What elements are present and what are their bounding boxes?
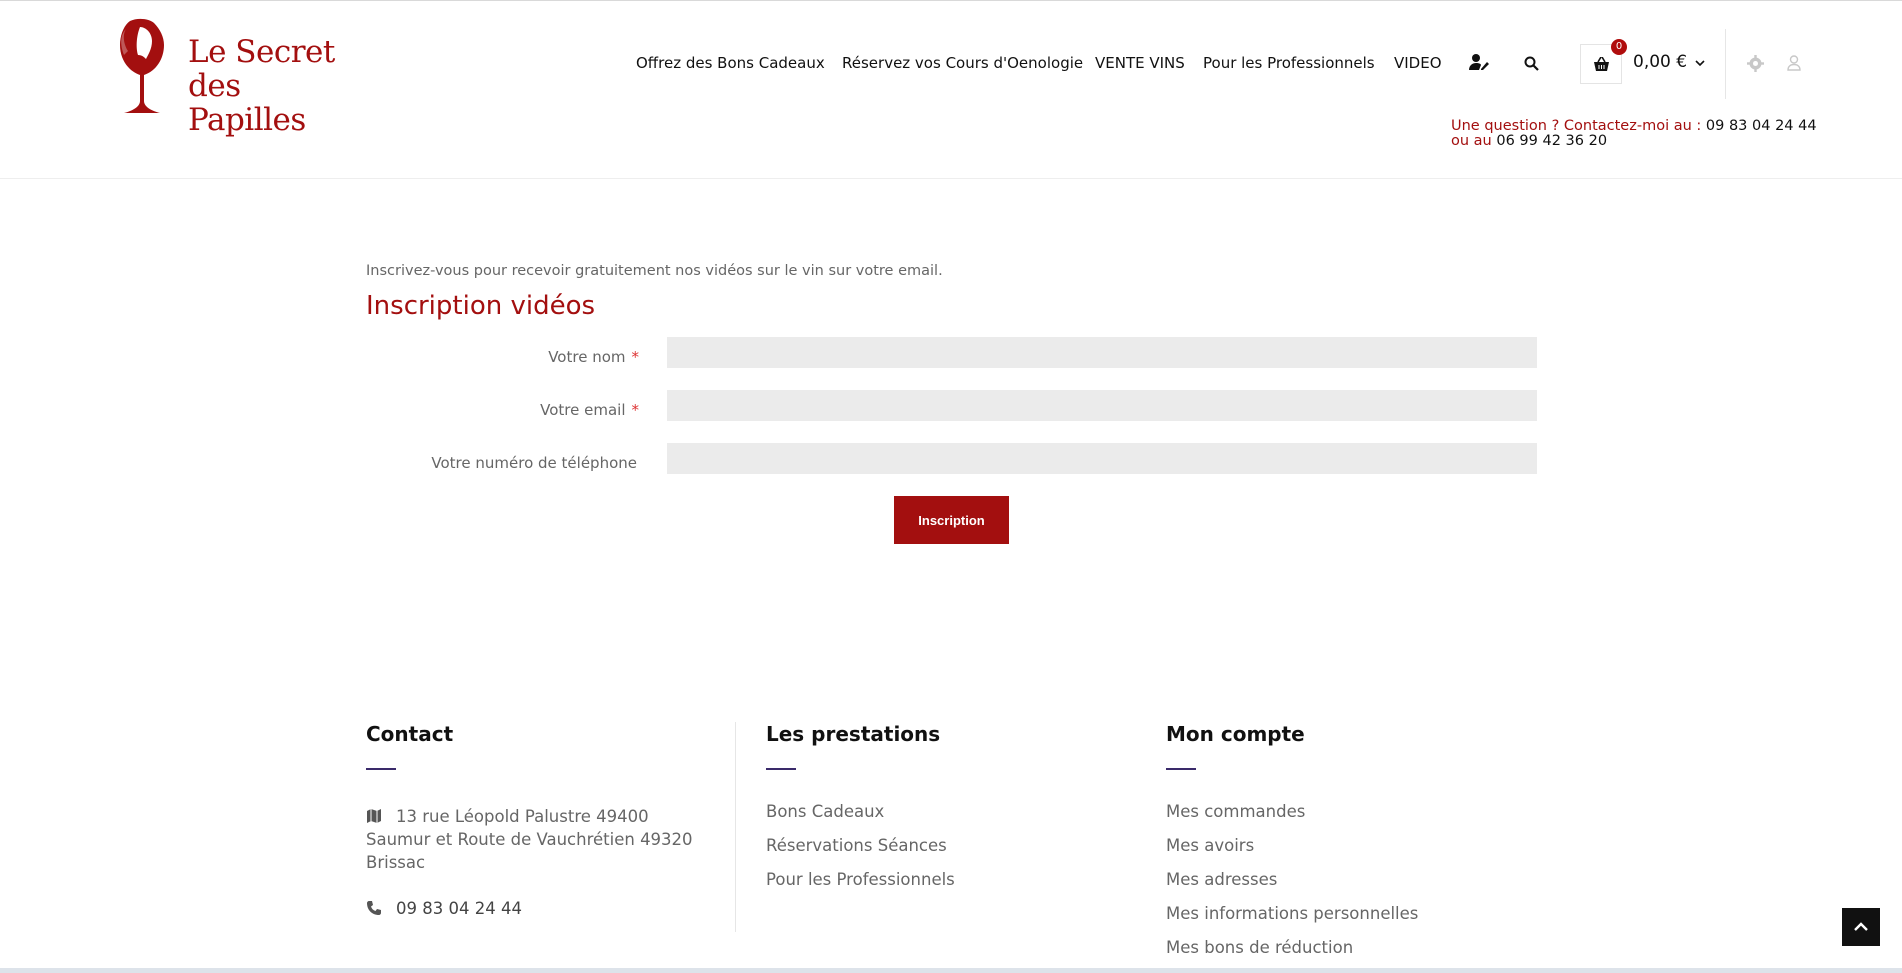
nav-item-bons-cadeaux[interactable]: Offrez des Bons Cadeaux bbox=[636, 54, 825, 72]
footer-link-avoirs[interactable]: Mes avoirs bbox=[1166, 836, 1254, 855]
search-icon[interactable] bbox=[1524, 56, 1539, 75]
footer-column-divider bbox=[735, 722, 736, 932]
scroll-to-top-button[interactable] bbox=[1842, 908, 1880, 946]
map-icon bbox=[367, 809, 381, 823]
name-field-label: Votre nom * bbox=[548, 348, 639, 366]
footer-link-reservations[interactable]: Réservations Séances bbox=[766, 836, 947, 855]
horizontal-scrollbar[interactable] bbox=[0, 968, 1902, 973]
nav-item-video[interactable]: VIDEO bbox=[1394, 54, 1442, 72]
contact-prefix-2: ou au bbox=[1451, 133, 1497, 149]
footer-link-bons-cadeaux[interactable]: Bons Cadeaux bbox=[766, 802, 884, 821]
email-field[interactable] bbox=[667, 390, 1537, 421]
header-divider bbox=[1725, 29, 1726, 99]
inscription-submit-button[interactable]: Inscription bbox=[894, 496, 1009, 544]
wine-glass-face-logo-icon bbox=[120, 18, 164, 114]
site-header: Le Secret des Papilles Offrez des Bons C… bbox=[0, 1, 1902, 179]
phone-field-label: Votre numéro de téléphone bbox=[431, 454, 637, 472]
footer-account-title: Mon compte bbox=[1166, 722, 1305, 746]
email-field-label: Votre email * bbox=[540, 401, 639, 419]
contact-prefix-1: Une question ? Contactez-moi au : bbox=[1451, 118, 1706, 134]
footer-title-underline bbox=[366, 768, 396, 770]
logo-wordmark: Le Secret des Papilles bbox=[188, 35, 356, 137]
footer-phone-text: 09 83 04 24 44 bbox=[396, 899, 522, 918]
footer-title-underline bbox=[1166, 768, 1196, 770]
logo-line-2: des Papilles bbox=[188, 68, 306, 138]
chevron-down-icon bbox=[1695, 60, 1706, 67]
newsletter-intro-text: Inscrivez-vous pour recevoir gratuitemen… bbox=[366, 263, 943, 279]
cart-total-dropdown[interactable]: 0,00 € bbox=[1633, 52, 1706, 72]
footer-phone[interactable]: 09 83 04 24 44 bbox=[366, 899, 522, 918]
required-mark: * bbox=[631, 348, 640, 366]
nav-item-vente-vins[interactable]: VENTE VINS bbox=[1095, 54, 1185, 72]
cart-count-badge: 0 bbox=[1611, 39, 1627, 55]
logo-line-1: Le Secret bbox=[188, 34, 335, 70]
email-label-text: Votre email bbox=[540, 401, 626, 419]
basket-icon bbox=[1594, 57, 1609, 71]
contact-info-bar: Une question ? Contactez-moi au : 09 83 … bbox=[1451, 119, 1817, 149]
cart-total-value: 0,00 € bbox=[1633, 52, 1688, 72]
contact-phone-1[interactable]: 09 83 04 24 44 bbox=[1706, 118, 1817, 134]
footer-services-title: Les prestations bbox=[766, 722, 941, 746]
user-edit-icon[interactable] bbox=[1469, 53, 1489, 75]
footer-link-commandes[interactable]: Mes commandes bbox=[1166, 802, 1305, 821]
required-mark: * bbox=[631, 401, 640, 419]
phone-field[interactable] bbox=[667, 443, 1537, 474]
footer-link-adresses[interactable]: Mes adresses bbox=[1166, 870, 1277, 889]
footer-address-text: 13 rue Léopold Palustre 49400 Saumur et … bbox=[366, 807, 693, 872]
nav-item-professionnels[interactable]: Pour les Professionnels bbox=[1203, 54, 1375, 72]
footer-link-professionnels[interactable]: Pour les Professionnels bbox=[766, 870, 955, 889]
nav-item-cours-oenologie[interactable]: Réservez vos Cours d'Oenologie bbox=[842, 54, 1083, 72]
phone-icon bbox=[367, 901, 381, 915]
phone-label-text: Votre numéro de téléphone bbox=[431, 454, 637, 472]
site-logo[interactable]: Le Secret des Papilles bbox=[116, 15, 356, 137]
footer-title-underline bbox=[766, 768, 796, 770]
footer-address: 13 rue Léopold Palustre 49400 Saumur et … bbox=[366, 805, 716, 874]
user-icon[interactable] bbox=[1787, 55, 1801, 75]
name-label-text: Votre nom bbox=[548, 348, 626, 366]
contact-phone-2[interactable]: 06 99 42 36 20 bbox=[1496, 133, 1607, 149]
chevron-up-icon bbox=[1854, 922, 1868, 931]
footer-link-informations[interactable]: Mes informations personnelles bbox=[1166, 904, 1418, 923]
name-field[interactable] bbox=[667, 337, 1537, 368]
footer-contact-title: Contact bbox=[366, 722, 454, 746]
gear-icon[interactable] bbox=[1747, 55, 1764, 76]
page-title: Inscription vidéos bbox=[366, 291, 596, 321]
footer-link-bons-reduction[interactable]: Mes bons de réduction bbox=[1166, 938, 1353, 957]
